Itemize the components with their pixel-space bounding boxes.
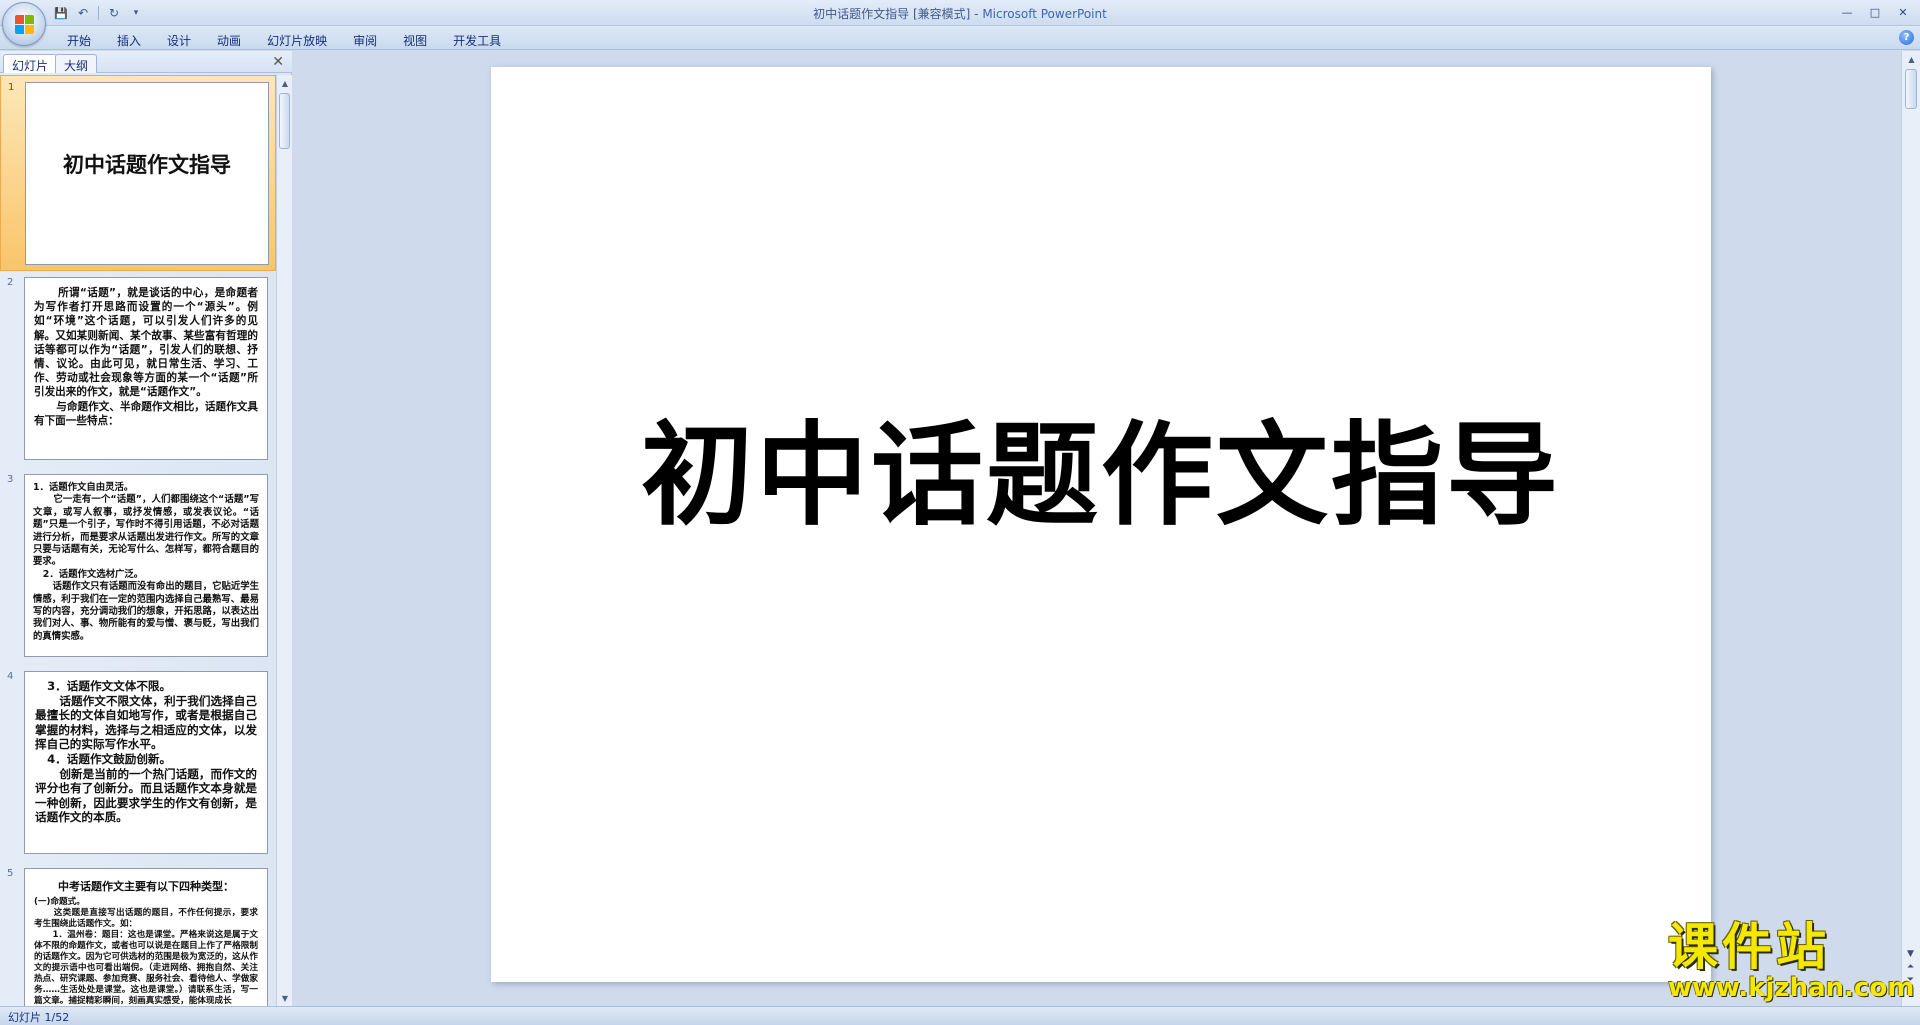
title-separator: -	[970, 7, 983, 21]
status-bar: 幻灯片 1/52	[0, 1006, 1920, 1025]
thumbnail-heading: 中考话题作文主要有以下四种类型：	[58, 880, 234, 893]
slide-thumbnail[interactable]: 中考话题作文主要有以下四种类型： (一)命题式。 这类题是直接写出话题的题目，不…	[24, 868, 268, 1006]
watermark-url: www.kjzhan.com	[1668, 973, 1915, 1003]
window-controls: — □ ✕	[1834, 3, 1916, 21]
thumbnail-scrollbar[interactable]: ▲ ▼	[276, 75, 292, 1006]
thumbnail-text: 3．话题作文文体不限。 话题作文不限文体，利于我们选择自己最擅长的文体自如地写作…	[35, 679, 257, 825]
slide-thumbnail-row[interactable]: 5 中考话题作文主要有以下四种类型： (一)命题式。 这类题是直接写出话题的题目…	[0, 862, 276, 1006]
office-button[interactable]	[2, 2, 46, 46]
watermark-text: 课件站	[1668, 918, 1830, 976]
slide-thumbnail[interactable]: 所谓“话题”，就是谈话的中心，是命题者为写作者打开思路而设置的一个“源头”。例如…	[24, 277, 268, 460]
scroll-down-icon[interactable]: ▼	[1903, 949, 1918, 960]
pane-close-icon[interactable]: ✕	[272, 54, 284, 70]
current-slide[interactable]: 初中话题作文指导	[491, 67, 1711, 982]
thumbnail-text: 1．话题作文自由灵活。 它一走有一个“话题”，人们都围绕这个“话题”写文章，或写…	[33, 482, 259, 642]
slide-number: 4	[7, 671, 14, 682]
watermark: 课件站 www.kjzhan.com	[1668, 918, 1915, 1006]
help-icon[interactable]: ?	[1899, 30, 1914, 45]
tab-outline[interactable]: 大纲	[55, 54, 98, 73]
thumbnail-text: (一)命题式。 这类题是直接写出话题的题目，不作任何提示，要求考生围绕此话题作文…	[34, 897, 258, 1006]
canvas-scrollbar[interactable]: ▲ ▼ ⏶ ⏷	[1901, 51, 1920, 1006]
slide-thumbnail[interactable]: 3．话题作文文体不限。 话题作文不限文体，利于我们选择自己最擅长的文体自如地写作…	[24, 671, 268, 854]
scroll-up-icon[interactable]: ▲	[277, 75, 293, 91]
slide-number: 1	[8, 82, 15, 93]
slide-thumbnail[interactable]: 初中话题作文指导	[25, 82, 269, 265]
tab-view[interactable]: 视图	[390, 29, 440, 52]
close-button[interactable]: ✕	[1890, 3, 1916, 21]
previous-slide-icon[interactable]: ⏶	[1903, 962, 1918, 973]
slide-number: 2	[7, 277, 14, 288]
slide-canvas: 初中话题作文指导	[293, 51, 1901, 1006]
tab-review[interactable]: 审阅	[340, 29, 390, 52]
tab-home[interactable]: 开始	[54, 29, 104, 52]
slide-number: 3	[7, 474, 14, 485]
slides-pane: 幻灯片 大纲 ✕ 1 初中话题作文指导 2 所谓“话题”，就是谈话的中心，是命题…	[0, 51, 292, 1006]
tab-insert[interactable]: 插入	[104, 29, 154, 52]
ribbon: 开始 插入 设计 动画 幻灯片放映 审阅 视图 开发工具 ?	[0, 26, 1920, 50]
document-title: 初中话题作文指导 [兼容模式]	[813, 7, 971, 21]
tab-design[interactable]: 设计	[154, 29, 204, 52]
minimize-button[interactable]: —	[1834, 3, 1860, 21]
app-name: Microsoft PowerPoint	[982, 7, 1107, 21]
slide-thumbnail-row[interactable]: 2 所谓“话题”，就是谈话的中心，是命题者为写作者打开思路而设置的一个“源头”。…	[0, 271, 276, 467]
tab-slideshow[interactable]: 幻灯片放映	[254, 29, 340, 52]
thumbnail-text: 所谓“话题”，就是谈话的中心，是命题者为写作者打开思路而设置的一个“源头”。例如…	[34, 287, 258, 427]
slide-thumbnail-row[interactable]: 4 3．话题作文文体不限。 话题作文不限文体，利于我们选择自己最擅长的文体自如地…	[0, 665, 276, 861]
scrollbar-thumb[interactable]	[279, 93, 290, 149]
title-bar: 💾 ↶ ↻ ▾ 初中话题作文指导 [兼容模式] - Microsoft Powe…	[0, 0, 1920, 46]
slide-thumbnail[interactable]: 1．话题作文自由灵活。 它一走有一个“话题”，人们都围绕这个“话题”写文章，或写…	[24, 474, 268, 657]
pane-tabs: 幻灯片 大纲 ✕	[0, 51, 292, 73]
maximize-button[interactable]: □	[1862, 3, 1888, 21]
tab-animations[interactable]: 动画	[204, 29, 254, 52]
scrollbar-thumb[interactable]	[1905, 69, 1917, 109]
scroll-down-icon[interactable]: ▼	[277, 990, 293, 1006]
office-logo-icon	[15, 15, 35, 35]
thumbnail-title: 初中话题作文指导	[63, 153, 231, 177]
slide-title[interactable]: 初中话题作文指导	[491, 385, 1711, 547]
slide-thumbnail-row[interactable]: 3 1．话题作文自由灵活。 它一走有一个“话题”，人们都围绕这个“话题”写文章，…	[0, 468, 276, 664]
slide-counter: 幻灯片 1/52	[8, 1011, 70, 1024]
slide-number: 5	[7, 868, 14, 879]
thumbnail-list: 1 初中话题作文指导 2 所谓“话题”，就是谈话的中心，是命题者为写作者打开思路…	[0, 75, 276, 1006]
scroll-up-icon[interactable]: ▲	[1902, 51, 1920, 67]
ribbon-tabs: 开始 插入 设计 动画 幻灯片放映 审阅 视图 开发工具	[54, 29, 514, 52]
tab-developer[interactable]: 开发工具	[440, 29, 514, 52]
slide-thumbnail-row[interactable]: 1 初中话题作文指导	[0, 75, 276, 271]
window-title: 初中话题作文指导 [兼容模式] - Microsoft PowerPoint	[0, 5, 1920, 22]
tab-slides[interactable]: 幻灯片	[3, 54, 58, 73]
